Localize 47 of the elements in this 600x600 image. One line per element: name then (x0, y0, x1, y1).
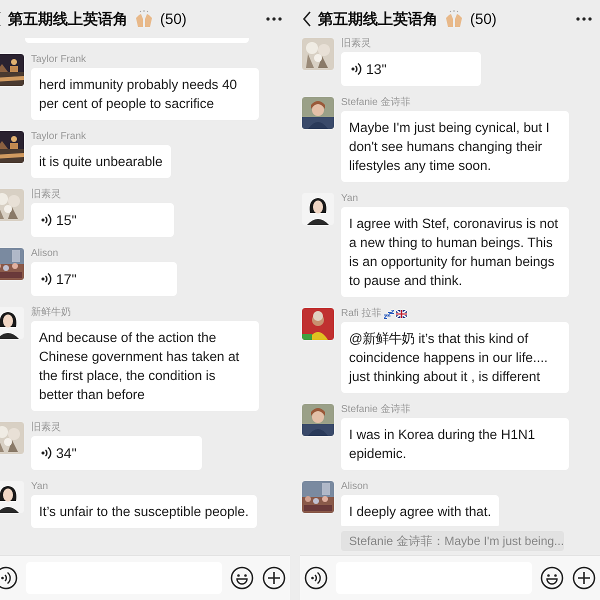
voice-message[interactable]: 15" (31, 203, 174, 237)
message-bubble: It’s unfair to the susceptible people. (31, 495, 257, 528)
sender-name: Taylor Frank (31, 54, 86, 66)
message-bubble: I agree with Stef, coronavirus is not a new thing to human beings. This is an opportunity for human beings to pause and think. (341, 207, 569, 297)
voice-message[interactable]: 17" (31, 262, 176, 296)
plus-icon[interactable] (572, 566, 596, 590)
voice-icon (351, 62, 362, 76)
emoji-icon[interactable] (540, 566, 564, 590)
sender-name: 旧素灵 (31, 422, 61, 434)
member-count: (50) (470, 10, 497, 28)
message-bubble: herd immunity probably needs 40 per cent of people to sacrifice (31, 68, 259, 120)
sender-name: 旧素灵 (341, 38, 371, 50)
sender-name: Yan (341, 193, 358, 205)
voice-input-icon[interactable] (0, 566, 18, 590)
message-bubble: @新鲜牛奶 it’s that this kind of coincidence happens in our life.... just thinking about it , is different (341, 322, 569, 393)
sender-name: Yan (31, 481, 48, 493)
plus-icon[interactable] (262, 566, 286, 590)
voice-icon (41, 213, 52, 227)
flag-icon (396, 310, 407, 318)
voice-input-icon[interactable] (304, 566, 328, 590)
member-count: (50) (160, 10, 187, 28)
quoted-message: Stefanie 金诗菲：Maybe I'm just being... (341, 531, 564, 551)
raised-hands-icon (134, 10, 154, 28)
chat-title: 第五期线上英语角 (8, 10, 128, 28)
back-icon[interactable] (302, 11, 312, 27)
voice-icon (41, 446, 52, 460)
emoji-icon[interactable] (230, 566, 254, 590)
message-bubble: Maybe I'm just being cynical, but I don't see humans changing their lifestyles any time soon. (341, 111, 569, 182)
message-bubble: I deeply agree with that. (341, 495, 500, 526)
voice-icon (41, 272, 52, 286)
sender-name: Rafi 拉菲 (341, 308, 382, 320)
message-bubble: And because of the action the Chinese government has taken at the first place, the condition is better than before (31, 321, 259, 411)
chat-title: 第五期线上英语角 (318, 10, 438, 28)
more-icon[interactable] (576, 17, 592, 21)
sender-name: Alison (31, 248, 58, 260)
sender-name: Stefanie 金诗菲 (341, 404, 410, 416)
more-icon[interactable] (266, 17, 282, 21)
message-bubble: I was in Korea during the H1N1 epidemic. (341, 418, 569, 470)
sender-name: 新鲜牛奶 (31, 307, 71, 319)
sender-name: 旧素灵 (31, 189, 61, 201)
raised-hands-icon (444, 10, 464, 28)
voice-message[interactable]: 34" (31, 436, 202, 470)
sender-name: Taylor Frank (31, 131, 86, 143)
sender-name: Alison (341, 481, 368, 493)
sender-name: Stefanie 金诗菲 (341, 97, 410, 109)
voice-message[interactable]: 13" (341, 52, 480, 86)
message-bubble: it is quite unbearable (31, 145, 171, 178)
